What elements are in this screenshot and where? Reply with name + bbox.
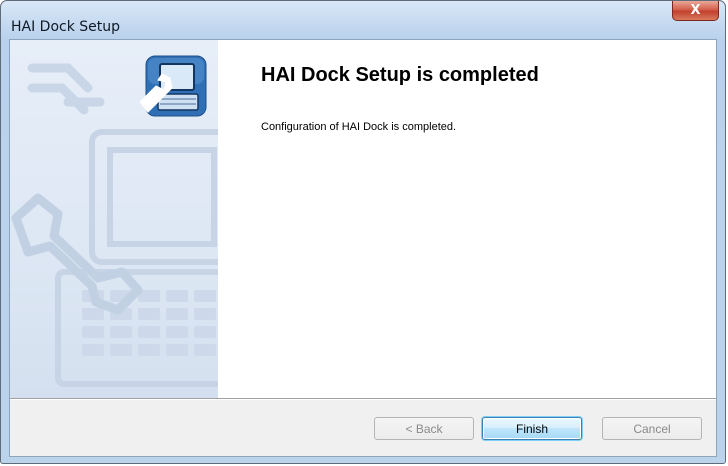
side-banner: [10, 40, 218, 398]
wrench-and-keyboard-watermark: [11, 55, 218, 387]
setup-window: HAI Dock Setup X HAI Dock Setup is compl…: [0, 0, 726, 464]
footer-separator: [10, 398, 716, 400]
window-title: HAI Dock Setup: [11, 19, 121, 35]
monitor-watermark: [89, 129, 218, 265]
cable-arrows-watermark: [27, 63, 105, 115]
title-bar[interactable]: HAI Dock Setup X: [1, 1, 725, 39]
close-button[interactable]: X: [672, 1, 719, 21]
dialog-client-area: HAI Dock Setup is completed Configuratio…: [9, 39, 717, 457]
finish-button[interactable]: Finish: [482, 417, 582, 440]
page-heading: HAI Dock Setup is completed: [261, 64, 539, 86]
computer-wrench-icon: [139, 55, 207, 117]
content-panel: HAI Dock Setup is completed Configuratio…: [218, 40, 716, 398]
completion-message: Configuration of HAI Dock is completed.: [261, 121, 457, 133]
close-icon: X: [690, 3, 701, 18]
cancel-button[interactable]: Cancel: [602, 417, 702, 440]
back-button[interactable]: < Back: [374, 417, 474, 440]
